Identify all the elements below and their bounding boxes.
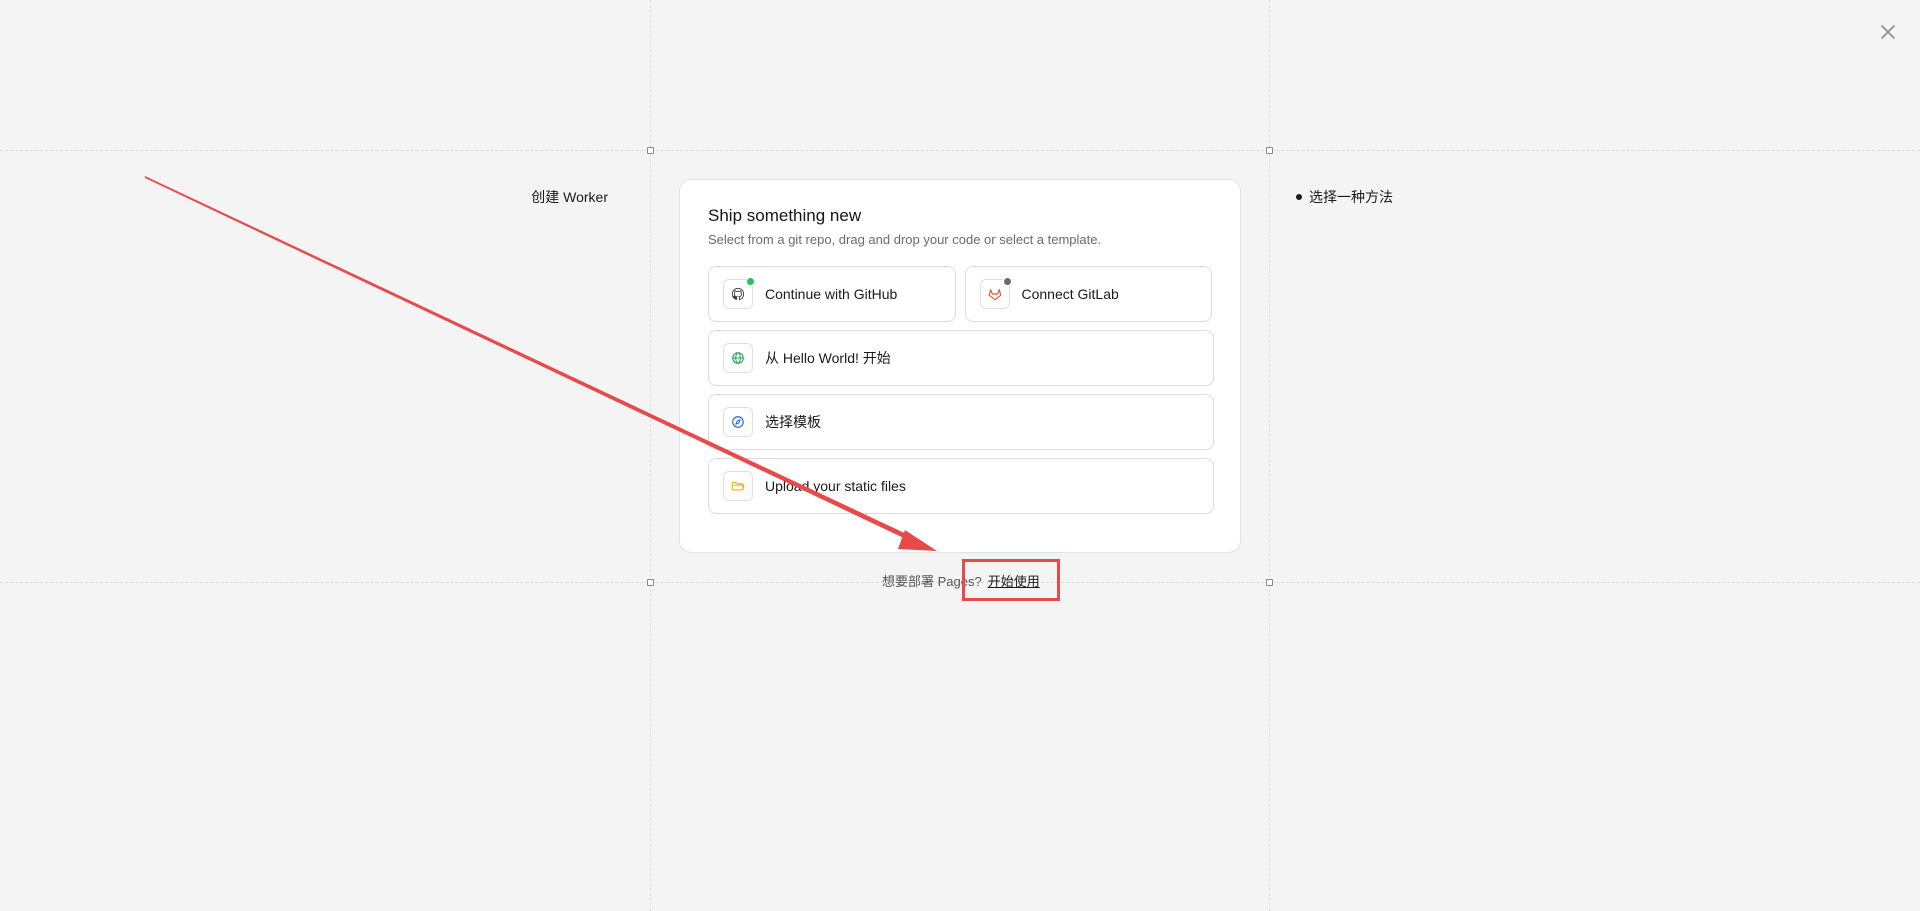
upload-label: Upload your static files — [765, 478, 906, 494]
git-providers-row: Continue with GitHub Connect GitLab — [708, 266, 1212, 322]
guide-line-horizontal-top — [0, 150, 1920, 151]
github-label: Continue with GitHub — [765, 286, 898, 302]
upload-static-files-button[interactable]: Upload your static files — [708, 458, 1214, 514]
hello-world-label: 从 Hello World! 开始 — [765, 350, 891, 366]
folder-icon — [723, 471, 753, 501]
corner-handle — [1266, 579, 1273, 586]
card-title: Ship something new — [708, 206, 862, 225]
start-from-hello-world-button[interactable]: 从 Hello World! 开始 — [708, 330, 1214, 386]
card-subtitle: Select from a git repo, drag and drop yo… — [708, 232, 1102, 247]
globe-icon — [723, 343, 753, 373]
guide-line-vertical-left — [650, 0, 651, 911]
guide-line-vertical-right — [1269, 0, 1270, 911]
page: 创建 Worker 选择一种方法 Ship something new Sele… — [0, 0, 1920, 911]
gitlab-label: Connect GitLab — [1021, 286, 1119, 302]
step-current: 选择一种方法 — [1296, 187, 1393, 207]
github-icon — [723, 277, 755, 309]
continue-with-github-button[interactable]: Continue with GitHub — [708, 266, 956, 322]
template-label: 选择模板 — [765, 414, 821, 430]
close-button[interactable] — [1876, 20, 1900, 44]
compass-icon — [723, 407, 753, 437]
step-bullet-icon — [1296, 194, 1302, 200]
annotation-highlight-box — [962, 559, 1060, 601]
step-label-create-worker: 创建 Worker — [531, 189, 608, 205]
ship-something-new-card: Ship something new Select from a git rep… — [679, 179, 1241, 553]
status-dot-connected-icon — [746, 277, 755, 286]
connect-gitlab-button[interactable]: Connect GitLab — [964, 266, 1212, 322]
corner-handle — [647, 147, 654, 154]
close-icon — [1881, 25, 1895, 39]
gitlab-icon — [979, 277, 1012, 309]
corner-handle — [647, 579, 654, 586]
status-dot-disconnected-icon — [1002, 277, 1012, 286]
select-template-button[interactable]: 选择模板 — [708, 394, 1214, 450]
corner-handle — [1266, 147, 1273, 154]
step-label-choose-method: 选择一种方法 — [1309, 189, 1393, 205]
